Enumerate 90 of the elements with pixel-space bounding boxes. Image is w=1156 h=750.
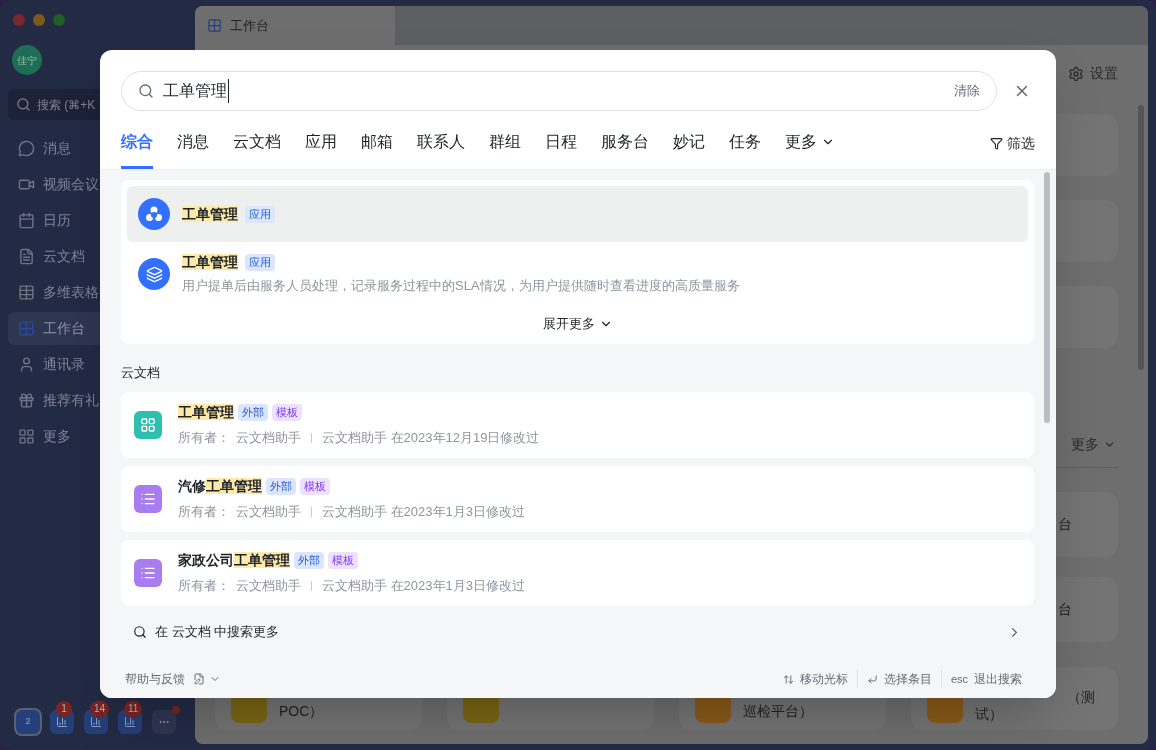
badge: 1 [56,701,72,717]
more-tab[interactable]: 更多 [785,130,835,169]
app-name: 巡检平台） [743,703,813,720]
workbench-icon [207,18,222,33]
enter-icon [866,673,878,685]
dock-app[interactable] [152,706,180,734]
sidebar-icon [18,140,35,157]
search-icon [133,625,147,639]
app-result[interactable]: 工单管理 应用 [127,186,1028,242]
search-icon [138,83,154,99]
tab[interactable]: 联系人 [417,130,465,169]
result-title: 工单管理 [178,403,234,423]
workbench-tab[interactable]: 工作台 [195,6,395,45]
maximize-window-icon[interactable] [53,14,65,26]
shortcut-hint: 移动光标 [799,671,848,688]
doc-result[interactable]: 工单管理 外部 模板 所有者： 云文档助手 云文档助手 在2023年12月19日修改过 [121,392,1034,458]
app-name: 台 [1058,515,1072,534]
tab[interactable]: 服务台 [601,130,649,169]
result-description: 用户提单后由服务人员处理，记录服务过程中的SLA情况，为用户提供随时查看进度的高质量服务 [182,277,740,296]
badge: 11 [124,701,143,717]
sidebar-icon [18,320,35,337]
layers-icon [138,258,170,290]
doc-result[interactable]: 家政公司工单管理 外部 模板 所有者： 云文档助手 云文档助手 在2023年1月3日修改过 [121,540,1034,606]
owner-label: 所有者： [178,503,230,522]
arrows-icon [782,673,794,685]
scrollbar[interactable] [1044,172,1050,423]
owner-name: 云文档助手 [236,429,301,448]
tag: 模板 [300,478,330,496]
app-icon [124,716,136,728]
tag: 外部 [266,478,296,496]
minimize-window-icon[interactable] [33,14,45,26]
result-title: 工单管理 [182,253,238,273]
tab[interactable]: 任务 [729,130,761,169]
sidebar-icon [18,284,35,301]
list-icon [134,485,162,513]
grid-icon [134,411,162,439]
result-title: 汽修工单管理 [178,477,262,497]
search-more-row[interactable]: 在 云文档 中搜索更多 [121,618,1034,646]
modified-info: 云文档助手 在2023年1月3日修改过 [322,503,525,522]
tag: 模板 [328,552,358,570]
sidebar-icon [18,428,35,445]
tab[interactable]: 日程 [545,130,577,169]
feedback-icon [193,673,205,685]
app-logo-icon [138,198,170,230]
close-window-icon[interactable] [13,14,25,26]
section-heading: 云文档 [121,363,161,382]
dock-app[interactable]: 2 [16,710,40,734]
modified-info: 云文档助手 在2023年1月3日修改过 [322,577,525,596]
tag: 外部 [238,404,268,422]
tab[interactable]: 妙记 [673,130,705,169]
tab[interactable]: 邮箱 [361,130,393,169]
tag: 应用 [245,205,275,223]
filter-icon [990,137,1003,150]
filter-button[interactable]: 筛选 [990,133,1035,169]
sidebar-icon [18,248,35,265]
tag: 外部 [294,552,324,570]
owner-name: 云文档助手 [236,503,301,522]
tab[interactable]: 群组 [489,130,521,169]
app-name: POC） [279,703,324,720]
tab[interactable]: 云文档 [233,130,281,169]
owner-label: 所有者： [178,577,230,596]
sidebar-icon [18,356,35,373]
help-feedback-button[interactable]: 帮助与反馈 [125,670,221,688]
shortcut-hint: 退出搜索 [974,671,1022,688]
owner-name: 云文档助手 [236,577,301,596]
app-name: 试） [975,706,1004,723]
app-name: （测 [1067,689,1095,706]
app-icon [90,716,102,728]
list-icon [134,559,162,587]
result-title: 家政公司工单管理 [178,551,290,571]
tab[interactable]: 消息 [177,130,209,169]
search-icon [16,97,31,112]
app-result[interactable]: 工单管理 应用 用户提单后由服务人员处理，记录服务过程中的SLA情况，为用户提供随时查看进度的高质量服务 [127,242,1028,306]
app-icon [56,716,68,728]
sidebar-icon [18,392,35,409]
expand-more-button[interactable]: 展开更多 [542,314,613,334]
key-label: esc [950,671,968,687]
tag: 应用 [245,254,275,272]
tag: 模板 [272,404,302,422]
app-name: 台 [1058,600,1072,619]
owner-label: 所有者： [178,429,230,448]
tab[interactable]: 应用 [305,130,337,169]
sidebar-icon [18,212,35,229]
settings-icon [1068,65,1084,82]
scrollbar[interactable] [1138,105,1144,370]
doc-result[interactable]: 汽修工单管理 外部 模板 所有者： 云文档助手 云文档助手 在2023年1月3日修改过 [121,466,1034,532]
badge: 14 [90,701,110,717]
result-title: 工单管理 [182,204,238,224]
clear-button[interactable]: 清除 [954,81,980,101]
modified-info: 云文档助手 在2023年12月19日修改过 [322,429,540,448]
